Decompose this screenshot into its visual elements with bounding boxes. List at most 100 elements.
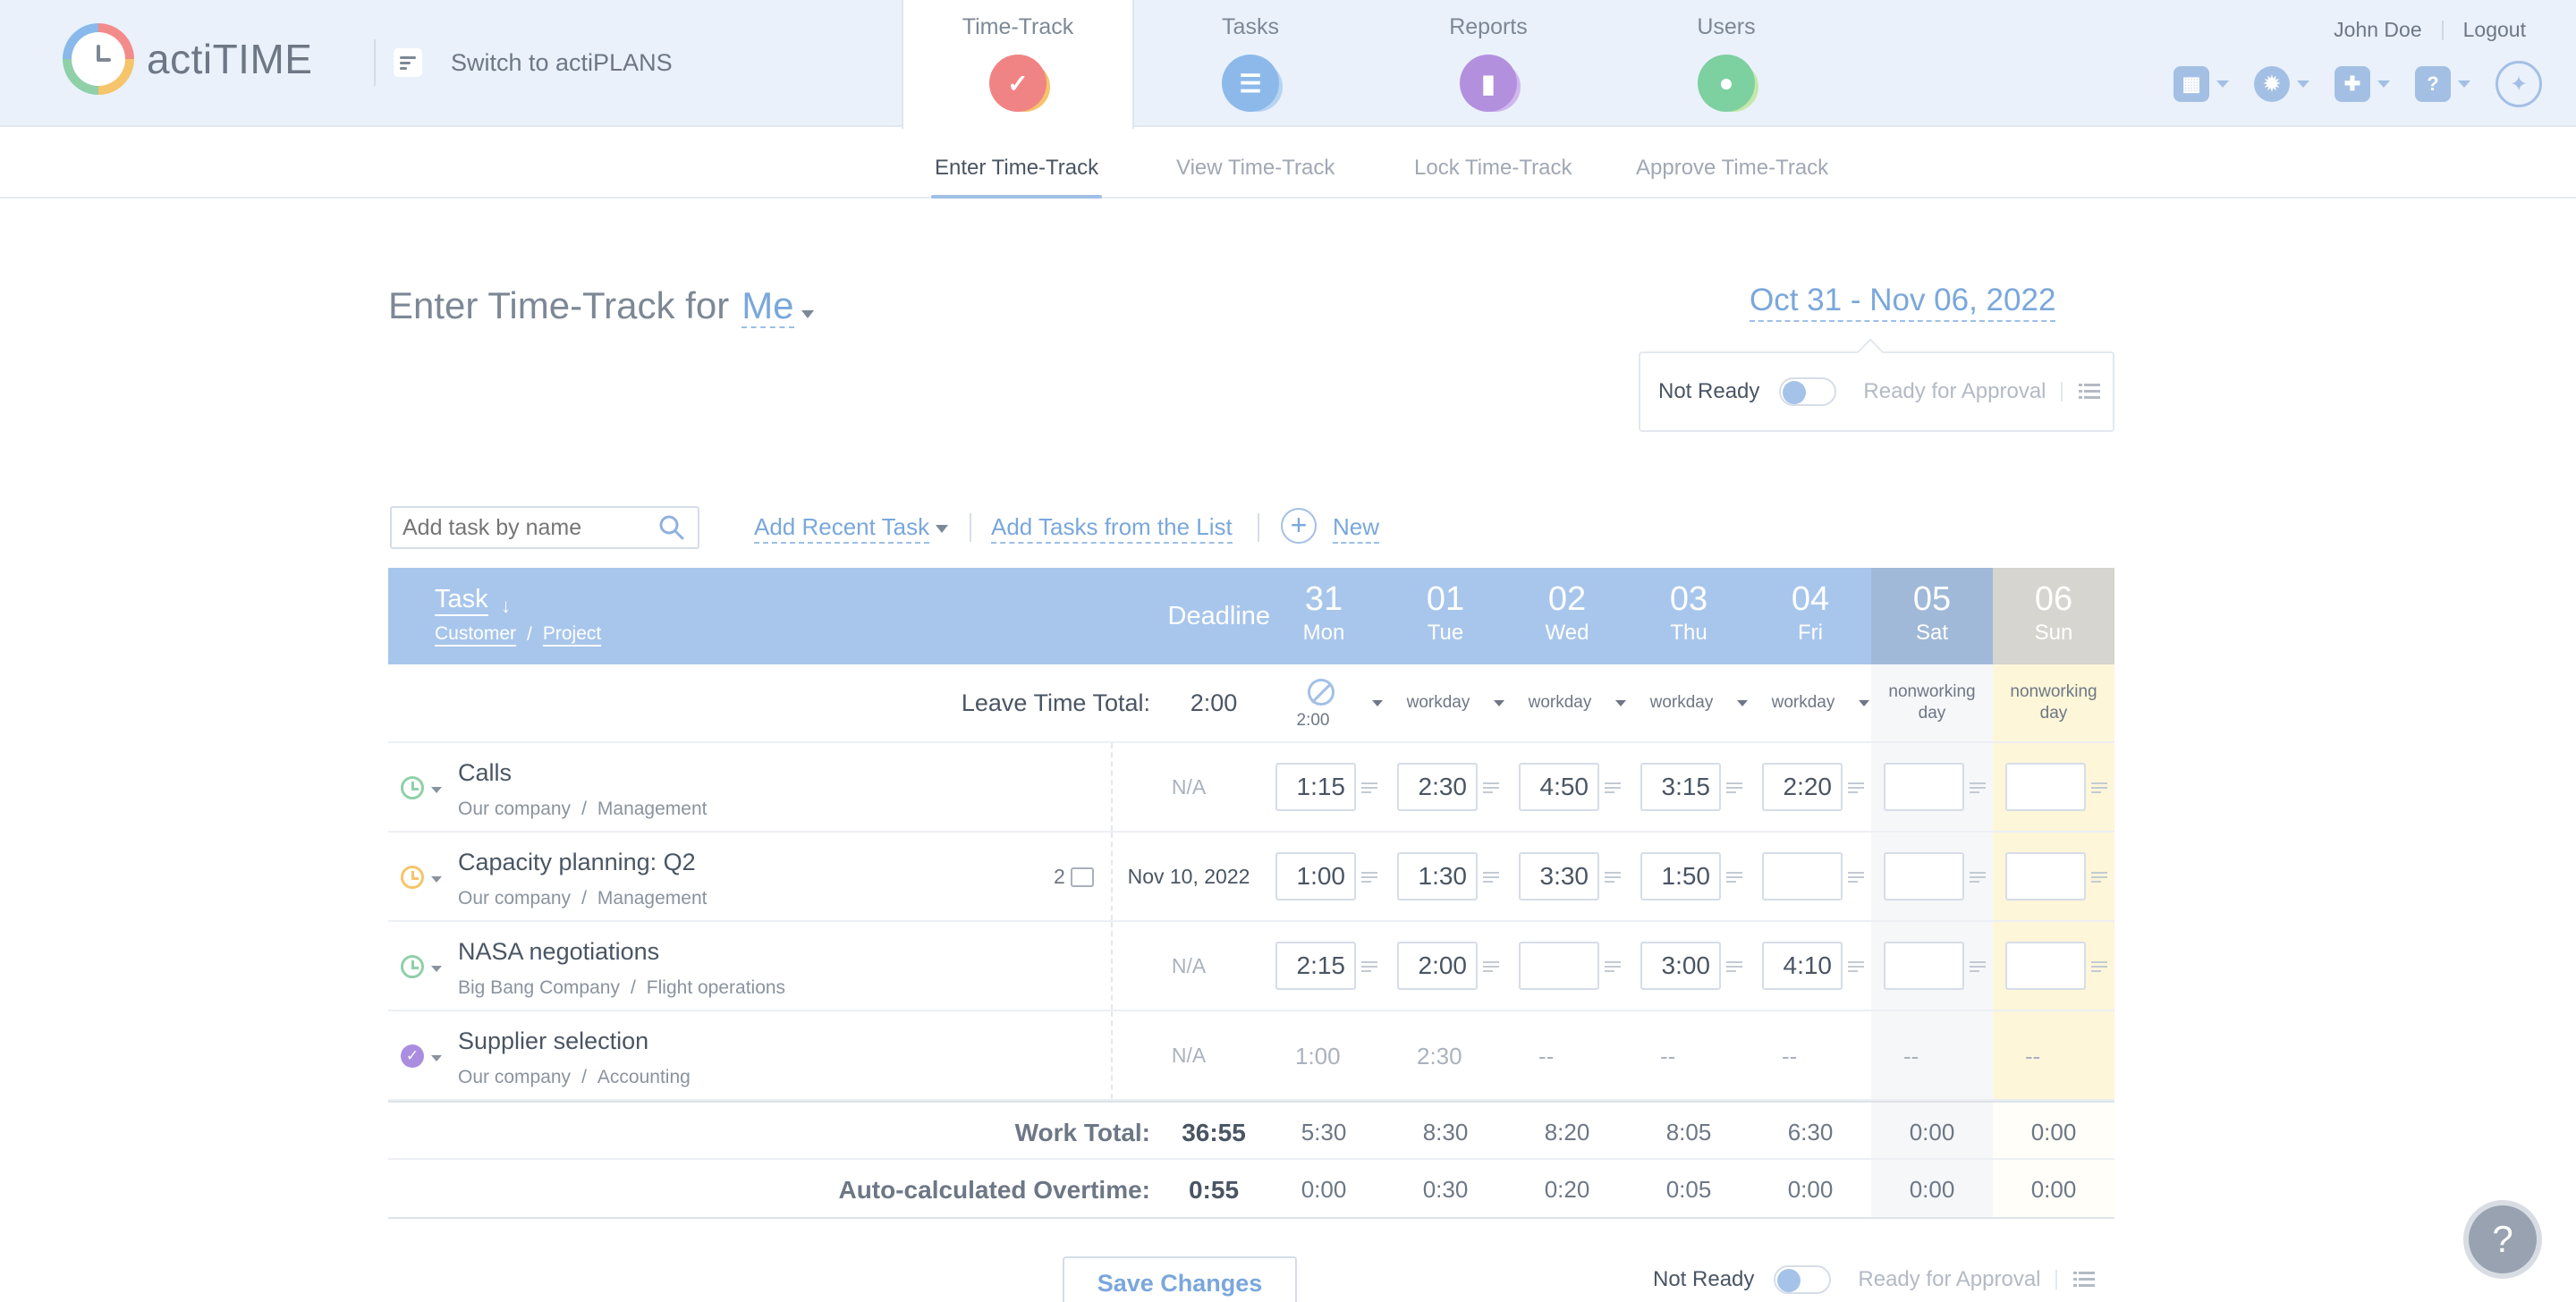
floating-help-button[interactable]: ? bbox=[2469, 1205, 2537, 1273]
comment-lines-icon[interactable] bbox=[1605, 872, 1621, 884]
nav-tab-reports[interactable]: Reports ▮ bbox=[1372, 0, 1605, 127]
comment-lines-icon[interactable] bbox=[2091, 782, 2107, 795]
task-comments[interactable]: 2 bbox=[1054, 865, 1094, 889]
add-recent-task-button[interactable]: Add Recent Task bbox=[754, 512, 930, 544]
task-status-clock-icon[interactable] bbox=[401, 955, 424, 978]
time-entry-input[interactable] bbox=[2005, 763, 2086, 811]
comment-lines-icon[interactable] bbox=[2091, 872, 2107, 884]
task-completed-icon[interactable]: ✓ bbox=[401, 1044, 424, 1068]
task-name[interactable]: NASA negotiations bbox=[458, 938, 659, 966]
time-entry-input[interactable] bbox=[2005, 942, 2086, 990]
comment-lines-icon[interactable] bbox=[1483, 961, 1499, 974]
task-customer[interactable]: Our company bbox=[458, 888, 571, 909]
time-entry-input[interactable]: 1:00 bbox=[1275, 852, 1356, 900]
task-status-clock-icon[interactable] bbox=[401, 776, 424, 799]
customer-sort-header[interactable]: Customer bbox=[435, 623, 517, 647]
footer-ready-toggle[interactable] bbox=[1774, 1265, 1832, 1294]
task-name[interactable]: Capacity planning: Q2 bbox=[458, 849, 696, 876]
logout-link[interactable]: Logout bbox=[2463, 18, 2526, 42]
tab-lock-time-track[interactable]: Lock Time-Track bbox=[1414, 127, 1572, 199]
chevron-down-icon[interactable] bbox=[801, 310, 814, 318]
comment-lines-icon[interactable] bbox=[1848, 961, 1864, 974]
comment-lines-icon[interactable] bbox=[1726, 782, 1742, 795]
comment-lines-icon[interactable] bbox=[1361, 961, 1377, 974]
time-entry-input[interactable] bbox=[2005, 852, 2086, 900]
time-entry-input[interactable] bbox=[1519, 942, 1599, 990]
date-range-picker[interactable]: Oct 31 - Nov 06, 2022 bbox=[1750, 281, 2056, 322]
comment-lines-icon[interactable] bbox=[1970, 782, 1986, 795]
time-entry-input[interactable] bbox=[1884, 942, 1964, 990]
chevron-down-icon[interactable] bbox=[1737, 700, 1748, 706]
chevron-down-icon[interactable] bbox=[431, 787, 442, 793]
addons-menu[interactable]: ✚ bbox=[2334, 66, 2390, 102]
time-entry-input[interactable]: 2:20 bbox=[1762, 763, 1843, 811]
search-icon[interactable] bbox=[658, 514, 685, 541]
lightbulb-icon[interactable]: ✦ bbox=[2496, 61, 2542, 107]
chevron-down-icon[interactable] bbox=[431, 966, 442, 972]
tab-enter-time-track[interactable]: Enter Time-Track bbox=[930, 127, 1103, 199]
task-project[interactable]: Accounting bbox=[597, 1067, 691, 1087]
comment-lines-icon[interactable] bbox=[1726, 961, 1742, 974]
add-task-search-input[interactable] bbox=[390, 506, 699, 549]
time-entry-input[interactable]: 1:50 bbox=[1640, 852, 1721, 900]
time-entry-input[interactable]: 1:30 bbox=[1397, 852, 1478, 900]
nav-tab-tasks[interactable]: Tasks ☰ bbox=[1134, 0, 1367, 127]
comment-lines-icon[interactable] bbox=[1605, 961, 1621, 974]
time-entry-input[interactable]: 4:50 bbox=[1519, 763, 1599, 811]
comment-lines-icon[interactable] bbox=[1848, 782, 1864, 795]
comment-lines-icon[interactable] bbox=[1361, 872, 1377, 884]
switch-to-actiplans-button[interactable]: Switch to actiPLANS bbox=[374, 39, 673, 86]
chevron-down-icon[interactable] bbox=[431, 1055, 442, 1061]
comment-lines-icon[interactable] bbox=[2091, 961, 2107, 974]
time-entry-input[interactable]: 2:00 bbox=[1397, 942, 1478, 990]
chevron-down-icon[interactable] bbox=[431, 876, 442, 883]
ready-toggle[interactable] bbox=[1779, 377, 1837, 406]
task-name[interactable]: Calls bbox=[458, 759, 512, 787]
tab-view-time-track[interactable]: View Time-Track bbox=[1176, 127, 1335, 199]
chevron-down-icon[interactable] bbox=[1859, 700, 1869, 706]
add-new-icon[interactable]: + bbox=[1281, 508, 1317, 544]
chevron-down-icon[interactable] bbox=[1615, 700, 1626, 706]
project-sort-header[interactable]: Project bbox=[542, 623, 602, 647]
task-project[interactable]: Management bbox=[597, 888, 708, 909]
task-project[interactable]: Management bbox=[597, 799, 708, 819]
time-entry-input[interactable]: 3:15 bbox=[1640, 763, 1721, 811]
comment-lines-icon[interactable] bbox=[1726, 872, 1742, 884]
chevron-down-icon[interactable] bbox=[936, 525, 948, 533]
time-entry-input[interactable]: 2:15 bbox=[1275, 942, 1356, 990]
task-project[interactable]: Flight operations bbox=[647, 977, 785, 998]
time-entry-input[interactable]: 3:30 bbox=[1519, 852, 1599, 900]
comment-lines-icon[interactable] bbox=[1483, 872, 1499, 884]
time-entry-input[interactable]: 3:00 bbox=[1640, 942, 1721, 990]
comment-lines-icon[interactable] bbox=[1970, 872, 1986, 884]
comment-lines-icon[interactable] bbox=[1970, 961, 1986, 974]
time-entry-input[interactable]: 2:30 bbox=[1397, 763, 1478, 811]
add-tasks-from-list-button[interactable]: Add Tasks from the List bbox=[991, 512, 1233, 544]
time-entry-input[interactable]: 1:15 bbox=[1275, 763, 1356, 811]
history-list-icon[interactable] bbox=[2060, 382, 2100, 402]
new-task-button[interactable]: New bbox=[1333, 512, 1380, 544]
help-menu[interactable]: ? bbox=[2415, 66, 2470, 102]
save-changes-button[interactable]: Save Changes bbox=[1063, 1256, 1297, 1302]
chevron-down-icon[interactable] bbox=[1494, 700, 1504, 706]
nav-tab-time-track[interactable]: Time-Track ✓ bbox=[902, 0, 1134, 129]
task-sort-header[interactable]: Task bbox=[435, 584, 488, 616]
comment-lines-icon[interactable] bbox=[1848, 872, 1864, 884]
settings-menu[interactable]: ✹ bbox=[2254, 66, 2309, 102]
user-select[interactable]: Me bbox=[741, 285, 794, 328]
comment-lines-icon[interactable] bbox=[1483, 782, 1499, 795]
time-entry-input[interactable]: 4:10 bbox=[1762, 942, 1843, 990]
task-name[interactable]: Supplier selection bbox=[458, 1027, 648, 1055]
time-entry-input[interactable] bbox=[1762, 852, 1843, 900]
leave-type-icon[interactable] bbox=[1308, 679, 1335, 706]
time-entry-input[interactable] bbox=[1884, 852, 1964, 900]
tab-approve-time-track[interactable]: Approve Time-Track bbox=[1636, 127, 1828, 199]
calendar-menu[interactable]: ▦ bbox=[2174, 66, 2229, 102]
app-logo[interactable]: actiTIME bbox=[63, 23, 312, 95]
comment-lines-icon[interactable] bbox=[1605, 782, 1621, 795]
chevron-down-icon[interactable] bbox=[1372, 700, 1383, 706]
task-customer[interactable]: Our company bbox=[458, 1067, 571, 1087]
comment-lines-icon[interactable] bbox=[1361, 782, 1377, 795]
time-entry-input[interactable] bbox=[1884, 763, 1964, 811]
task-status-clock-icon[interactable] bbox=[401, 866, 424, 889]
